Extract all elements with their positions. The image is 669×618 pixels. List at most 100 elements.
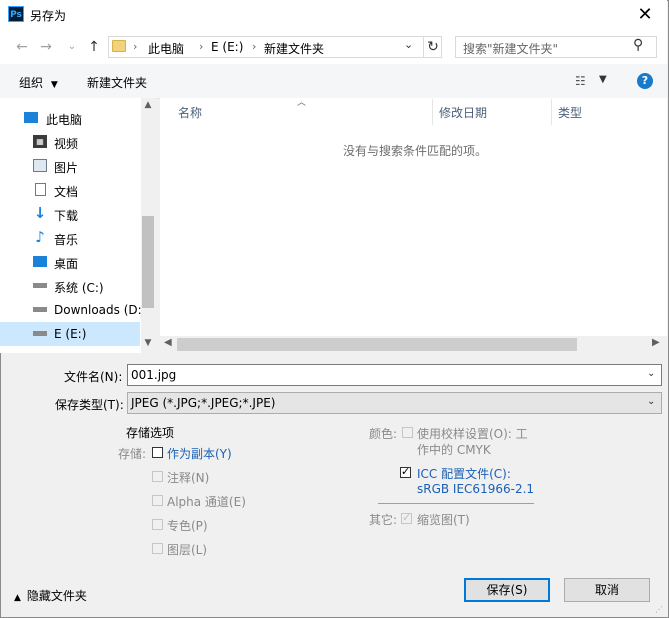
search-placeholder: 搜索"新建文件夹": [463, 42, 559, 56]
filename-label: 文件名(N):: [64, 370, 123, 384]
title-bar: [0, 0, 667, 30]
alpha-channel-checkbox[interactable]: [152, 495, 163, 506]
thumbnail-label: 缩览图(T): [417, 513, 470, 527]
nav-item-label: 音乐: [54, 233, 79, 247]
nav-item-videos[interactable]: ▦ 视频: [0, 130, 140, 154]
download-icon: ↓: [33, 204, 47, 222]
document-icon: [35, 183, 46, 196]
save-button[interactable]: 保存(S): [464, 578, 550, 602]
store-label: 存储:: [118, 447, 147, 461]
view-options-icon[interactable]: ☷: [575, 74, 586, 88]
file-list: [160, 98, 667, 353]
breadcrumb-this-pc[interactable]: 此电脑: [148, 40, 184, 57]
nav-item-label: 此电脑: [46, 113, 83, 127]
annotations-checkbox[interactable]: [152, 471, 163, 482]
save-options-heading: 存储选项: [126, 426, 175, 440]
nav-item-label: Downloads (D:: [54, 303, 142, 317]
nav-item-music[interactable]: ♪ 音乐: [0, 226, 140, 250]
recent-dropdown-icon[interactable]: ⌄: [64, 38, 80, 56]
as-copy-checkbox[interactable]: [152, 447, 163, 458]
chevron-down-icon[interactable]: ⌄: [404, 38, 413, 51]
organize-button[interactable]: 组织 ▼: [19, 74, 58, 91]
icc-profile-label[interactable]: ICC 配置文件(C):: [417, 465, 511, 482]
breadcrumb-new-folder[interactable]: 新建文件夹: [264, 40, 324, 57]
picture-icon: [33, 159, 47, 172]
column-divider[interactable]: [551, 99, 552, 125]
up-arrow-icon[interactable]: ↑: [86, 38, 102, 56]
column-header-date[interactable]: 修改日期: [439, 104, 487, 121]
chevron-down-icon[interactable]: ⌄: [647, 396, 655, 407]
resize-grip-icon[interactable]: ⋰: [655, 605, 663, 614]
filename-value[interactable]: 001.jpg: [131, 368, 176, 382]
scroll-right-icon[interactable]: ▶: [652, 337, 660, 348]
filename-field[interactable]: [127, 364, 662, 386]
computer-icon: [24, 112, 38, 123]
scroll-down-icon[interactable]: ▼: [141, 338, 155, 348]
photoshop-app-icon: Ps: [8, 6, 24, 22]
nav-item-partial[interactable]: 软件: [0, 346, 140, 353]
nav-item-label: 系统 (C:): [54, 281, 104, 295]
annotations-label: 注释(N): [167, 471, 210, 485]
hide-folders-toggle[interactable]: ▲ 隐藏文件夹: [14, 587, 87, 604]
chevron-down-icon[interactable]: ▼: [599, 74, 607, 85]
chevron-right-icon: ›: [133, 40, 138, 53]
nav-item-label: 桌面: [54, 257, 79, 271]
alpha-channel-label: Alpha 通道(E): [167, 495, 246, 509]
breadcrumb-drive-e[interactable]: E (E:): [211, 40, 243, 54]
icc-profile-checkbox[interactable]: [400, 465, 411, 478]
nav-item-desktop[interactable]: 桌面: [0, 250, 140, 274]
nav-item-drive-d[interactable]: Downloads (D:: [0, 298, 142, 322]
other-label: 其它:: [369, 513, 398, 527]
nav-item-label: 下载: [54, 209, 79, 223]
video-icon: ▦: [33, 135, 47, 148]
empty-folder-message: 没有与搜索条件匹配的项。: [343, 144, 488, 158]
scroll-thumb[interactable]: [177, 338, 577, 351]
thumbnail-checkbox[interactable]: [401, 511, 412, 524]
desktop-icon: [33, 256, 47, 267]
filetype-label: 保存类型(T):: [55, 398, 124, 412]
nav-item-pictures[interactable]: 图片: [0, 154, 140, 178]
sort-ascending-icon: ︿: [297, 98, 307, 108]
chevron-down-icon: ▼: [50, 80, 58, 90]
cancel-button[interactable]: 取消: [564, 578, 650, 602]
drive-icon: [33, 331, 47, 336]
chevron-right-icon: ›: [199, 40, 204, 53]
spot-color-checkbox[interactable]: [152, 519, 163, 530]
layers-label: 图层(L): [167, 543, 208, 557]
organize-label: 组织: [19, 76, 44, 90]
nav-item-this-pc[interactable]: 此电脑: [0, 106, 140, 130]
search-icon[interactable]: ⚲: [633, 37, 643, 53]
nav-scrollbar[interactable]: ▲ ▼: [141, 98, 155, 353]
chevron-down-icon[interactable]: ⌄: [647, 368, 655, 379]
options-divider: [378, 503, 534, 504]
column-header-type[interactable]: 类型: [558, 104, 582, 121]
as-copy-label[interactable]: 作为副本(Y): [167, 445, 232, 462]
use-proof-setup-checkbox[interactable]: [402, 427, 413, 438]
close-icon[interactable]: ✕: [630, 2, 660, 28]
use-proof-setup-label-2: 作中的 CMYK: [417, 443, 491, 457]
nav-item-label: 软件: [54, 351, 78, 353]
nav-item-label: 图片: [54, 161, 79, 175]
nav-item-documents[interactable]: 文档: [0, 178, 140, 202]
scroll-thumb[interactable]: [142, 216, 154, 308]
music-icon: ♪: [35, 228, 45, 246]
filetype-value[interactable]: JPEG (*.JPG;*.JPEG;*.JPE): [131, 396, 275, 410]
chevron-right-icon: ›: [252, 40, 257, 53]
column-header-name[interactable]: 名称: [178, 104, 202, 121]
nav-item-label: 视频: [54, 137, 79, 151]
help-icon[interactable]: ?: [637, 73, 653, 89]
nav-item-label: E (E:): [54, 327, 87, 341]
new-folder-button[interactable]: 新建文件夹: [87, 74, 147, 91]
nav-item-downloads[interactable]: ↓ 下载: [0, 202, 140, 226]
forward-arrow-icon[interactable]: →: [38, 38, 54, 56]
scroll-up-icon[interactable]: ▲: [141, 100, 155, 110]
refresh-icon[interactable]: ↻: [423, 37, 442, 57]
file-list-hscrollbar[interactable]: ◀ ▶: [160, 336, 667, 353]
nav-item-drive-e[interactable]: E (E:): [0, 322, 140, 346]
layers-checkbox[interactable]: [152, 543, 163, 554]
scroll-left-icon[interactable]: ◀: [164, 337, 172, 348]
column-divider[interactable]: [432, 99, 433, 125]
nav-item-drive-c[interactable]: 系统 (C:): [0, 274, 140, 298]
nav-item-label: 文档: [54, 185, 79, 199]
back-arrow-icon[interactable]: ←: [14, 38, 30, 56]
